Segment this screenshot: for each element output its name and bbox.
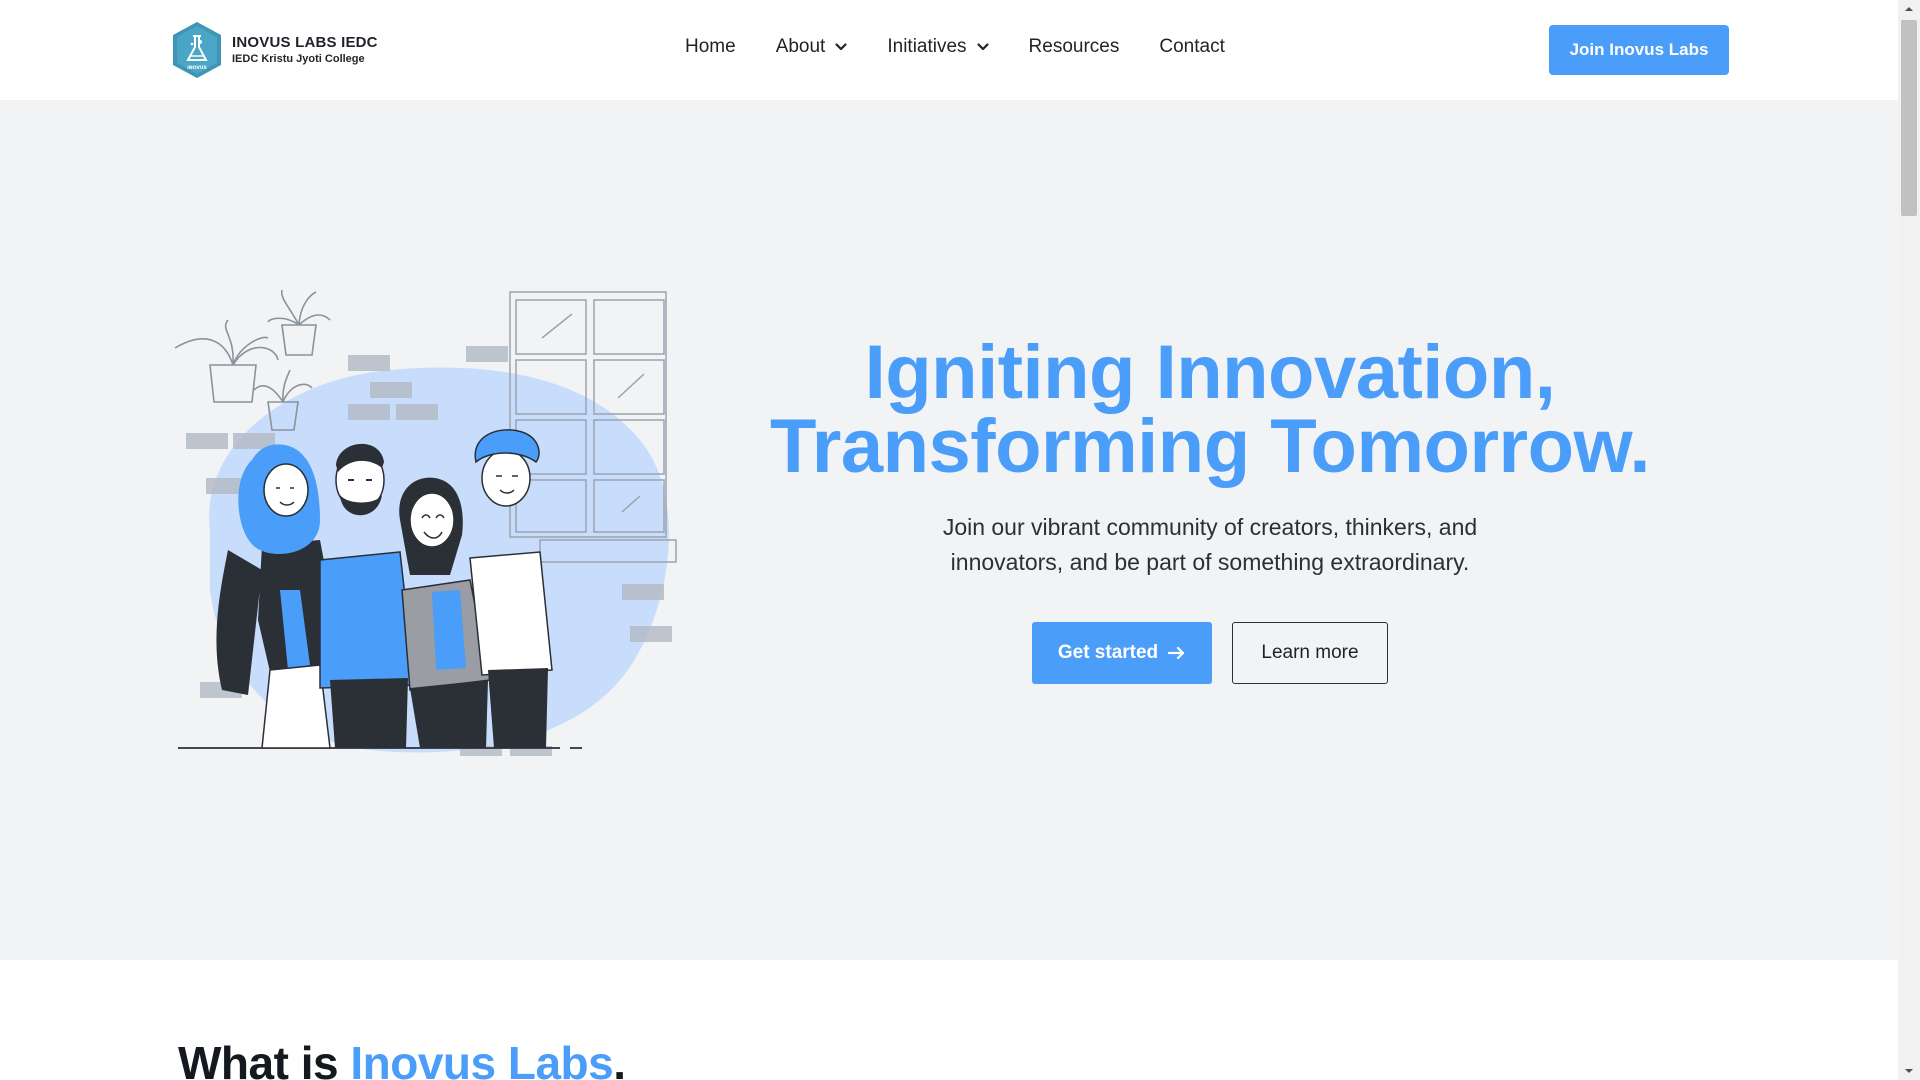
nav-item-label: About	[775, 36, 826, 57]
nav-item-label: Contact	[1159, 36, 1225, 57]
scroll-up-arrow-icon[interactable]	[1898, 0, 1920, 18]
about-section: What is Inovus Labs.	[0, 960, 1898, 1080]
nav-item-label: Initiatives	[887, 36, 967, 57]
team-illustration	[174, 290, 677, 756]
get-started-label: Get started	[1057, 642, 1159, 663]
chevron-down-icon	[835, 43, 847, 51]
hero-title-line-2: Transforming Tomorrow.	[770, 404, 1650, 489]
arrow-right-icon	[1168, 646, 1185, 660]
nav-item-label: Home	[685, 36, 736, 57]
hero-actions: Get started Learn more	[760, 622, 1660, 684]
hero-content: Igniting Innovation, Transforming Tomorr…	[760, 335, 1660, 684]
page-scrollbar[interactable]	[1898, 0, 1920, 1080]
section-title-prefix: What is	[178, 1037, 351, 1080]
section-title-suffix: .	[613, 1037, 626, 1080]
hero-title: Igniting Innovation, Transforming Tomorr…	[760, 335, 1660, 485]
section-title: What is Inovus Labs.	[178, 1036, 626, 1080]
nav-item-resources[interactable]: Resources	[1029, 36, 1120, 58]
nav-item-label: Resources	[1028, 36, 1120, 57]
flask-hexagon-logo-icon: INOVUS	[173, 22, 221, 78]
brand-logo[interactable]: INOVUS INOVUS LABS IEDC IEDC Kristu Jyot…	[170, 20, 378, 80]
hero-subtitle: Join our vibrant community of creators, …	[942, 514, 1478, 575]
hero-section: Igniting Innovation, Transforming Tomorr…	[0, 100, 1898, 960]
main-nav: Home About Initiatives Resources Contact	[685, 36, 1225, 58]
learn-more-button[interactable]: Learn more	[1232, 622, 1388, 684]
brand-subtitle: IEDC Kristu Jyoti College	[232, 52, 365, 65]
scroll-down-arrow-icon[interactable]	[1898, 1062, 1920, 1080]
get-started-button[interactable]: Get started	[1032, 622, 1212, 684]
logo-badge-text: INOVUS	[187, 65, 207, 71]
chevron-down-icon	[976, 43, 989, 51]
section-title-accent: Inovus Labs	[350, 1037, 614, 1080]
nav-item-home[interactable]: Home	[685, 36, 736, 58]
brand-name: INOVUS LABS IEDC	[232, 33, 378, 51]
scrollbar-thumb[interactable]	[1901, 20, 1917, 216]
nav-item-initiatives[interactable]: Initiatives	[887, 36, 989, 58]
site-header: INOVUS INOVUS LABS IEDC IEDC Kristu Jyot…	[0, 0, 1898, 100]
nav-item-contact[interactable]: Contact	[1159, 36, 1224, 58]
hero-title-line-1: Igniting Innovation,	[864, 330, 1556, 415]
join-inovus-button[interactable]: Join Inovus Labs	[1549, 25, 1729, 75]
nav-item-about[interactable]: About	[776, 36, 848, 58]
